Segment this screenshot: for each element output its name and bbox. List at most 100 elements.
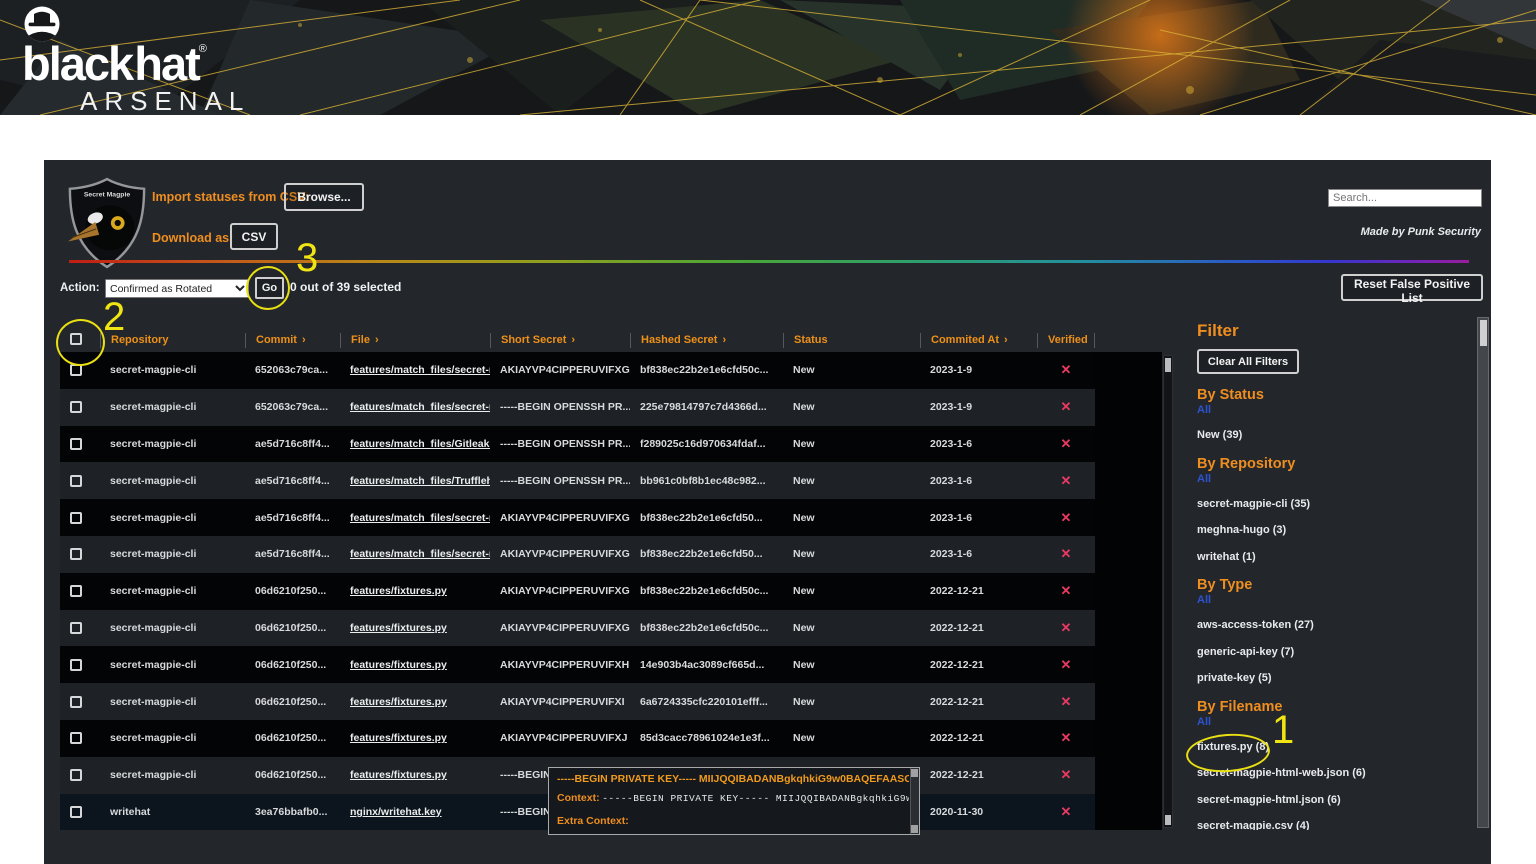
reset-false-positive-button[interactable]: Reset False Positive List [1341, 274, 1483, 301]
browse-button[interactable]: Browse... [284, 183, 364, 211]
row-checkbox[interactable] [70, 696, 82, 708]
row-checkbox[interactable] [70, 806, 82, 818]
sort-chevron-icon[interactable]: › [375, 334, 379, 346]
annotation-circle-go-button [246, 266, 290, 310]
row-checkbox[interactable] [70, 548, 82, 560]
filter-item[interactable]: New (39) [1197, 429, 1490, 441]
row-checkbox[interactable] [70, 659, 82, 671]
row-checkbox[interactable] [70, 732, 82, 744]
row-checkbox-cell [60, 512, 100, 524]
column-header-commited-at[interactable]: Commited At› [920, 333, 1037, 348]
action-select[interactable]: Confirmed as Rotated [105, 279, 249, 298]
sort-chevron-icon[interactable]: › [302, 334, 306, 346]
cell-commit: ae5d716c8ff4... [245, 475, 340, 487]
cell-repository: secret-magpie-cli [100, 512, 245, 524]
filter-section-title: By Repository [1197, 456, 1490, 472]
filter-item[interactable]: secret-magpie-html.json (6) [1197, 794, 1490, 806]
cell-hashed-secret: bf838ec22b2e1e6cfd50c... [630, 585, 783, 597]
row-checkbox-cell [60, 548, 100, 560]
cell-verified-x-icon: ✕ [1037, 694, 1095, 710]
sort-chevron-icon[interactable]: › [1004, 334, 1008, 346]
cell-short-secret: AKIAYVP4CIPPERUVIFXI [490, 696, 630, 708]
sort-chevron-icon[interactable]: › [571, 334, 575, 346]
cell-verified-x-icon: ✕ [1037, 399, 1095, 415]
filter-item[interactable]: meghna-hugo (3) [1197, 524, 1490, 536]
row-checkbox[interactable] [70, 622, 82, 634]
cell-committed-at: 2023-1-6 [920, 438, 1037, 450]
cell-status: New [783, 622, 920, 634]
filter-scrollbar-thumb[interactable] [1480, 320, 1487, 346]
table-row: secret-magpie-cli 06d6210f250... feature… [60, 646, 1095, 683]
filter-all-link[interactable]: All [1197, 594, 1490, 606]
filter-all-link[interactable]: All [1197, 404, 1490, 416]
csv-download-button[interactable]: CSV [230, 223, 278, 250]
tooltip-scroll-down-arrow[interactable] [911, 825, 918, 833]
table-scrollbar-thumb[interactable] [1165, 358, 1171, 372]
cell-committed-at: 2023-1-6 [920, 475, 1037, 487]
column-header-commit[interactable]: Commit› [245, 333, 340, 348]
cell-repository: secret-magpie-cli [100, 364, 245, 376]
cell-repository: secret-magpie-cli [100, 622, 245, 634]
cell-file-link[interactable]: features/fixtures.py [340, 622, 490, 634]
cell-repository: secret-magpie-cli [100, 401, 245, 413]
column-header-file[interactable]: File› [340, 333, 490, 348]
row-checkbox-cell [60, 475, 100, 487]
tooltip-scrollbar[interactable] [910, 768, 919, 834]
sort-chevron-icon[interactable]: › [722, 334, 726, 346]
cell-file-link[interactable]: features/match_files/secret-m [340, 548, 490, 560]
filter-section: By Status All New (39) [1185, 387, 1490, 441]
filter-item[interactable]: private-key (5) [1197, 672, 1490, 684]
cell-file-link[interactable]: features/fixtures.py [340, 696, 490, 708]
tooltip-context-label: Context: [557, 792, 600, 804]
cell-verified-x-icon: ✕ [1037, 473, 1095, 489]
row-checkbox[interactable] [70, 512, 82, 524]
column-header-hashed-secret[interactable]: Hashed Secret› [630, 333, 783, 348]
cell-verified-x-icon: ✕ [1037, 510, 1095, 526]
cell-committed-at: 2023-1-9 [920, 364, 1037, 376]
cell-committed-at: 2020-11-30 [920, 806, 1037, 818]
clear-all-filters-button[interactable]: Clear All Filters [1197, 349, 1299, 374]
filter-item[interactable]: writehat (1) [1197, 551, 1490, 563]
cell-hashed-secret: bf838ec22b2e1e6cfd50c... [630, 364, 783, 376]
cell-file-link[interactable]: features/match_files/secret-m [340, 364, 490, 376]
search-input[interactable] [1328, 189, 1482, 207]
row-checkbox[interactable] [70, 475, 82, 487]
table-scrollbar[interactable] [1163, 355, 1173, 828]
cell-hashed-secret: 225e79814797c7d4366d... [630, 401, 783, 413]
cell-status: New [783, 732, 920, 744]
row-checkbox[interactable] [70, 585, 82, 597]
filter-item[interactable]: aws-access-token (27) [1197, 619, 1490, 631]
table-scrollbar-down-arrow[interactable] [1165, 815, 1171, 825]
filter-item[interactable]: secret-magpie.csv (4) [1197, 820, 1490, 830]
cell-committed-at: 2022-12-21 [920, 659, 1037, 671]
cell-committed-at: 2022-12-21 [920, 769, 1037, 781]
annotation-number-2: 2 [103, 295, 125, 340]
filter-item[interactable]: secret-magpie-cli (35) [1197, 498, 1490, 510]
column-header-short-secret[interactable]: Short Secret› [490, 333, 630, 348]
cell-status: New [783, 475, 920, 487]
cell-file-link[interactable]: features/match_files/Trufflehc [340, 475, 490, 487]
row-checkbox[interactable] [70, 769, 82, 781]
cell-file-link[interactable]: features/fixtures.py [340, 769, 490, 781]
filter-scrollbar[interactable] [1477, 317, 1489, 828]
row-checkbox[interactable] [70, 438, 82, 450]
cell-file-link[interactable]: features/match_files/secret-m [340, 401, 490, 413]
cell-status: New [783, 438, 920, 450]
cell-commit: 06d6210f250... [245, 696, 340, 708]
filter-items: secret-magpie-cli (35) meghna-hugo (3) wri… [1185, 498, 1490, 563]
cell-file-link[interactable]: features/match_files/Gitleaks. [340, 438, 490, 450]
cell-file-link[interactable]: features/fixtures.py [340, 585, 490, 597]
filter-item[interactable]: generic-api-key (7) [1197, 646, 1490, 658]
row-checkbox-cell [60, 401, 100, 413]
cell-file-link[interactable]: features/fixtures.py [340, 732, 490, 744]
tooltip-scroll-up-arrow[interactable] [911, 769, 918, 777]
cell-file-link[interactable]: features/match_files/secret-m [340, 512, 490, 524]
cell-commit: ae5d716c8ff4... [245, 512, 340, 524]
row-checkbox[interactable] [70, 401, 82, 413]
filter-all-link[interactable]: All [1197, 473, 1490, 485]
cell-file-link[interactable]: features/fixtures.py [340, 659, 490, 671]
cell-file-link[interactable]: nginx/writehat.key [340, 806, 490, 818]
filter-all-link[interactable]: All [1197, 716, 1490, 728]
cell-commit: 06d6210f250... [245, 622, 340, 634]
row-checkbox[interactable] [70, 364, 82, 376]
